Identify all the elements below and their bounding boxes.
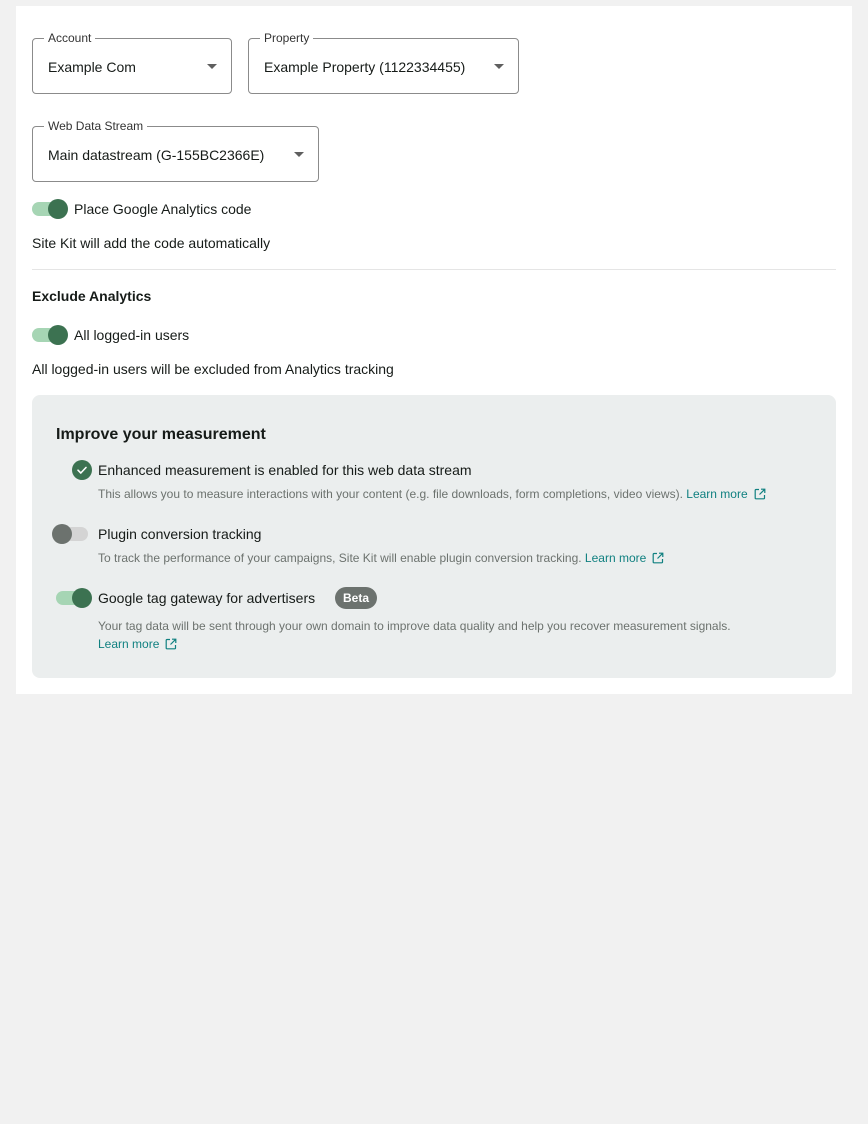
property-select-value: Example Property (1122334455): [264, 59, 466, 75]
dropdown-arrow-icon: [494, 64, 504, 69]
section-divider: [32, 269, 836, 270]
account-select-label: Account: [44, 31, 96, 45]
check-circle-icon: [72, 460, 92, 480]
external-link-icon: [652, 552, 664, 564]
toggle-thumb: [52, 524, 72, 544]
enhanced-learn-more-link[interactable]: Learn more: [686, 487, 766, 501]
enhanced-measurement-label: Enhanced measurement is enabled for this…: [98, 462, 472, 478]
exclude-logged-in-toggle[interactable]: [32, 325, 68, 345]
beta-badge: Beta: [335, 587, 378, 609]
enhanced-measurement-description-text: This allows you to measure interactions …: [98, 487, 683, 501]
dropdown-arrow-icon: [294, 152, 304, 157]
place-code-help: Site Kit will add the code automatically: [32, 235, 271, 251]
settings-card: Account Example Com Property Example Pro…: [16, 6, 852, 694]
exclude-logged-in-help: All logged-in users will be excluded fro…: [32, 361, 394, 377]
learn-more-text: Learn more: [686, 487, 748, 501]
exclude-analytics-heading: Exclude Analytics: [32, 288, 152, 304]
learn-more-text: Learn more: [98, 637, 160, 651]
enhanced-measurement-description: This allows you to measure interactions …: [98, 486, 766, 502]
toggle-thumb: [48, 199, 68, 219]
property-select-label: Property: [260, 31, 314, 45]
web-data-stream-select[interactable]: Web Data Stream Main datastream (G-155BC…: [32, 119, 319, 182]
account-select[interactable]: Account Example Com: [32, 31, 232, 94]
toggle-thumb: [48, 325, 68, 345]
plugin-conversion-description: To track the performance of your campaig…: [98, 550, 664, 566]
external-link-icon: [165, 638, 177, 650]
improve-measurement-panel: Improve your measurement Enhanced measur…: [32, 395, 836, 678]
toggle-thumb: [72, 588, 92, 608]
exclude-logged-in-label[interactable]: All logged-in users: [74, 326, 189, 344]
tag-gateway-label[interactable]: Google tag gateway for advertisers: [98, 589, 315, 607]
web-data-stream-select-value: Main datastream (G-155BC2366E): [48, 147, 265, 163]
gateway-learn-more-link[interactable]: Learn more: [98, 637, 177, 651]
dropdown-arrow-icon: [207, 64, 217, 69]
external-link-icon: [754, 488, 766, 500]
tag-gateway-description: Your tag data will be sent through your …: [98, 619, 731, 633]
plugin-conversion-toggle[interactable]: [52, 524, 90, 544]
plugin-learn-more-link[interactable]: Learn more: [585, 551, 664, 565]
property-select[interactable]: Property Example Property (1122334455): [248, 31, 519, 94]
improve-measurement-title: Improve your measurement: [56, 426, 266, 443]
web-data-stream-select-label: Web Data Stream: [44, 119, 148, 133]
tag-gateway-toggle[interactable]: [56, 588, 92, 608]
place-code-label[interactable]: Place Google Analytics code: [74, 200, 251, 218]
account-select-value: Example Com: [48, 59, 136, 75]
tag-gateway-link-row: Learn more: [98, 636, 177, 652]
plugin-conversion-label[interactable]: Plugin conversion tracking: [98, 525, 261, 543]
plugin-conversion-description-text: To track the performance of your campaig…: [98, 551, 582, 565]
place-code-toggle[interactable]: [32, 199, 68, 219]
learn-more-text: Learn more: [584, 551, 647, 565]
